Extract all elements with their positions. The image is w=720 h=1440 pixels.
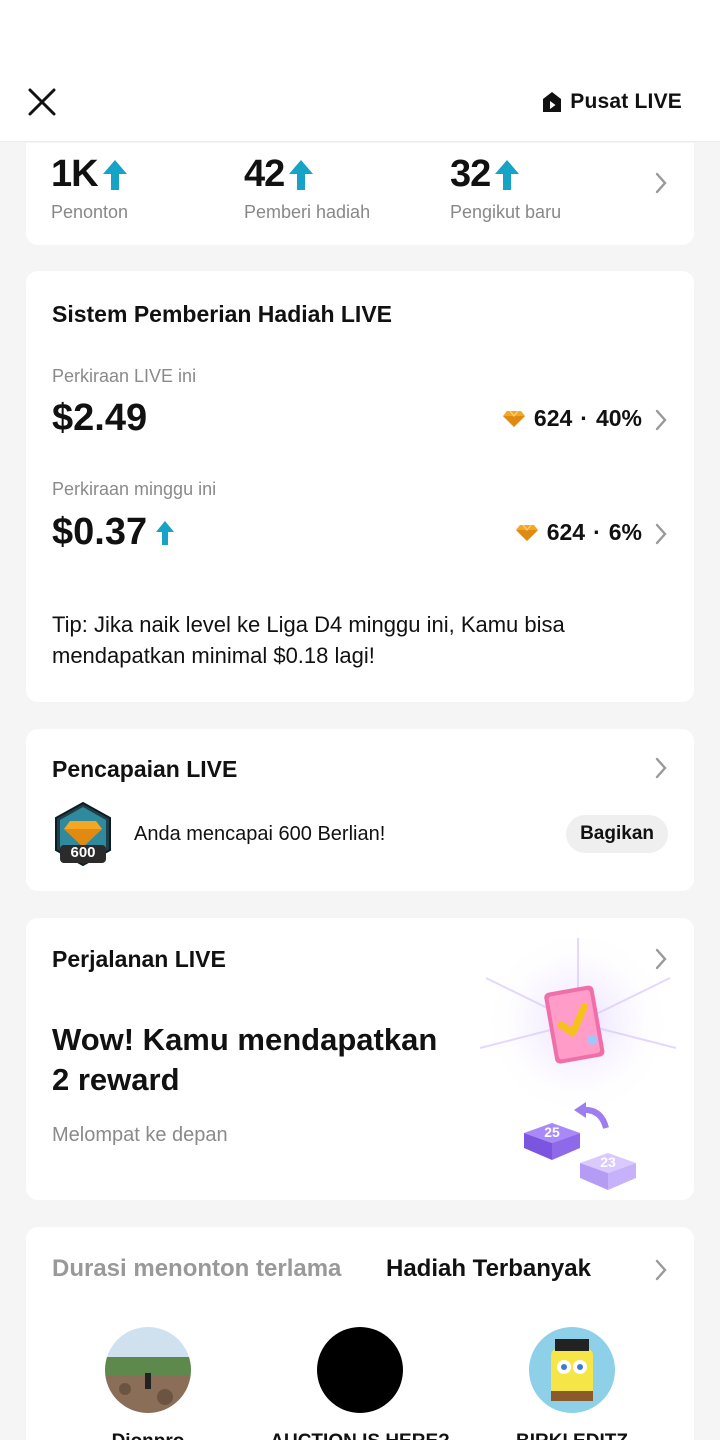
journey-headline: Wow! Kamu mendapatkan 2 reward: [52, 1022, 438, 1097]
stat-followers-label: Pengikut baru: [450, 202, 562, 222]
live-estimate-label: Perkiraan LIVE ini: [52, 366, 197, 386]
leaders-card: Durasi menonton terlama Hadiah Terbanyak…: [26, 1227, 694, 1440]
avatar-landscape-image: [105, 1327, 191, 1413]
achievement-text: Anda mencapai 600 Berlian!: [134, 823, 386, 845]
week-diamond-stat[interactable]: 624 · 6%: [515, 519, 642, 546]
journey-subtitle: Melompat ke depan: [52, 1124, 228, 1146]
badge-number: 600: [70, 844, 96, 861]
tile-a-number: 25: [544, 1124, 560, 1140]
chevron-right-icon[interactable]: [654, 523, 668, 545]
tab-most-gifts[interactable]: Hadiah Terbanyak: [386, 1255, 591, 1283]
up-arrow-icon: [102, 159, 127, 190]
stat-gifters: 42 Pemberi hadiah: [244, 153, 370, 223]
status-bar: [0, 0, 720, 64]
leader-name: BIRKI EDITZ: [472, 1431, 672, 1440]
stat-followers: 32 Pengikut baru: [450, 153, 561, 223]
live-diamond-count: 624: [533, 405, 573, 431]
diamond-icon: [502, 410, 525, 427]
stat-gifters-label: Pemberi hadiah: [244, 202, 371, 222]
stat-followers-value: 32: [450, 153, 491, 195]
separator-dot: ·: [593, 519, 601, 545]
up-arrow-icon: [289, 159, 314, 190]
separator-dot: ·: [580, 405, 588, 431]
avatar[interactable]: [317, 1327, 403, 1413]
leader-name: Dionpro: [48, 1431, 248, 1440]
tile-b-number: 23: [600, 1154, 616, 1170]
avatar-cartoon-image: [529, 1327, 615, 1413]
pusat-live-button[interactable]: Pusat LIVE: [542, 86, 682, 118]
stat-gifters-value: 42: [244, 153, 285, 195]
stat-viewers-label: Penonton: [51, 202, 129, 222]
live-estimate-amount: $2.49: [52, 397, 148, 439]
up-arrow-icon: [156, 520, 175, 545]
journey-illustration: 25 23: [479, 938, 677, 1190]
stat-viewers: 1K Penonton: [51, 153, 128, 223]
share-button[interactable]: Bagikan: [566, 815, 668, 853]
achievement-title: Pencapaian LIVE: [52, 756, 238, 782]
stat-viewers-value: 1K: [51, 153, 99, 195]
week-diamond-count: 624: [546, 519, 586, 545]
chevron-right-icon[interactable]: [654, 757, 668, 779]
achievement-badge: 600: [50, 801, 116, 867]
chevron-right-icon[interactable]: [654, 172, 668, 194]
pusat-live-label: Pusat LIVE: [570, 90, 682, 113]
top-bar: Pusat LIVE: [0, 64, 720, 142]
leader-name: AUCTION IS HERE?: [260, 1431, 460, 1440]
avatar[interactable]: [529, 1327, 615, 1413]
week-estimate-amount: $0.37: [52, 511, 175, 554]
avatar[interactable]: [105, 1327, 191, 1413]
home-live-icon: [543, 92, 562, 112]
week-percent: 6%: [608, 519, 642, 545]
stats-card[interactable]: 1K Penonton 42 Pemberi hadiah 32 Pengiku…: [26, 143, 694, 245]
achievement-card[interactable]: Pencapaian LIVE 600 Anda mencapai 600 Be…: [26, 729, 694, 891]
close-icon: [28, 88, 56, 116]
chevron-right-icon[interactable]: [654, 409, 668, 431]
journey-card[interactable]: Perjalanan LIVE Wow! Kamu mendapatkan 2 …: [26, 918, 694, 1200]
chevron-right-icon[interactable]: [654, 1259, 668, 1281]
up-arrow-icon: [495, 159, 520, 190]
tip-text: Tip: Jika naik level ke Liga D4 minggu i…: [52, 612, 565, 668]
gift-system-title: Sistem Pemberian Hadiah LIVE: [52, 301, 393, 327]
close-button[interactable]: [24, 84, 60, 120]
live-diamond-stat[interactable]: 624 · 40%: [502, 405, 642, 432]
journey-title: Perjalanan LIVE: [52, 946, 226, 972]
live-percent: 40%: [595, 405, 642, 431]
tab-longest-watch[interactable]: Durasi menonton terlama: [52, 1255, 341, 1283]
week-estimate-label: Perkiraan minggu ini: [52, 479, 217, 499]
diamond-icon: [515, 524, 538, 541]
gift-system-card: Sistem Pemberian Hadiah LIVE Perkiraan L…: [26, 271, 694, 702]
